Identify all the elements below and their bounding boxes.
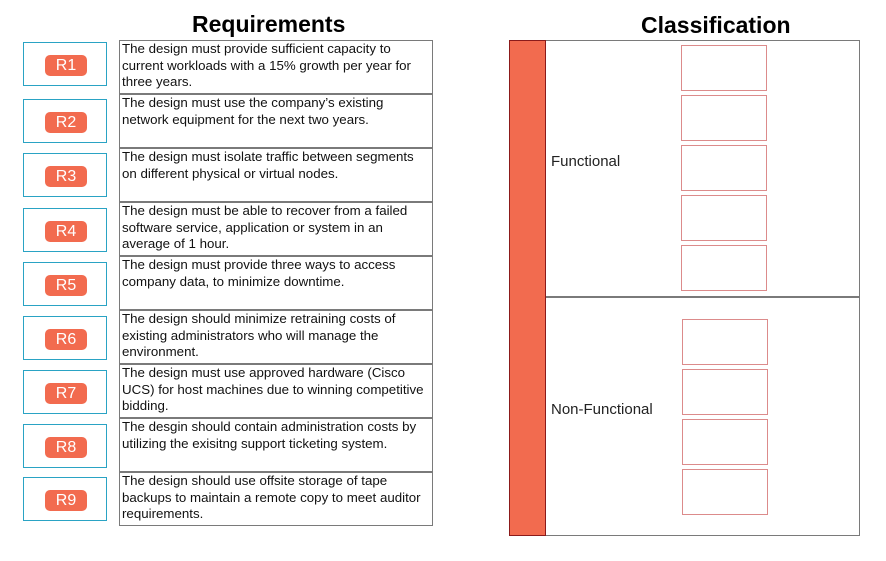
requirement-tile-r7[interactable]: R7 xyxy=(23,370,107,414)
requirement-badge: R9 xyxy=(45,490,87,511)
requirement-badge: R3 xyxy=(45,166,87,187)
classification-title: Classification xyxy=(641,12,791,38)
requirement-text: The design must use the company’s existi… xyxy=(119,94,433,148)
drop-slot-functional-3[interactable] xyxy=(681,145,767,191)
drop-slot-non-functional-2[interactable] xyxy=(682,369,768,415)
requirement-text: The design should minimize retraining co… xyxy=(119,310,433,364)
requirement-text: The design must isolate traffic between … xyxy=(119,148,433,202)
drop-slot-non-functional-1[interactable] xyxy=(682,319,768,365)
requirement-badge: R4 xyxy=(45,221,87,242)
classification-strip xyxy=(509,40,546,536)
category-divider xyxy=(546,296,860,298)
requirement-tile-r6[interactable]: R6 xyxy=(23,316,107,360)
drop-slot-functional-5[interactable] xyxy=(681,245,767,291)
requirement-tile-r2[interactable]: R2 xyxy=(23,99,107,143)
drop-slot-non-functional-4[interactable] xyxy=(682,469,768,515)
requirement-text: The desgin should contain administration… xyxy=(119,418,433,472)
requirement-text: The design must provide three ways to ac… xyxy=(119,256,433,310)
category-label-non-functional: Non-Functional xyxy=(551,401,653,418)
requirement-tile-r8[interactable]: R8 xyxy=(23,424,107,468)
requirement-tile-r5[interactable]: R5 xyxy=(23,262,107,306)
requirement-text: The design must use approved hardware (C… xyxy=(119,364,433,418)
requirement-badge: R1 xyxy=(45,55,87,76)
requirement-badge: R6 xyxy=(45,329,87,350)
requirement-badge: R8 xyxy=(45,437,87,458)
requirement-text: The design must provide sufficient capac… xyxy=(119,40,433,94)
requirement-badge: R2 xyxy=(45,112,87,133)
drop-slot-functional-1[interactable] xyxy=(681,45,767,91)
category-label-functional: Functional xyxy=(551,153,621,170)
drop-slot-functional-4[interactable] xyxy=(681,195,767,241)
requirement-text: The design must be able to recover from … xyxy=(119,202,433,256)
requirement-tile-r1[interactable]: R1 xyxy=(23,42,107,86)
requirement-tile-r4[interactable]: R4 xyxy=(23,208,107,252)
drop-slot-non-functional-3[interactable] xyxy=(682,419,768,465)
requirement-text: The design should use offsite storage of… xyxy=(119,472,433,526)
requirement-badge: R5 xyxy=(45,275,87,296)
requirement-tile-r3[interactable]: R3 xyxy=(23,153,107,197)
drop-slot-functional-2[interactable] xyxy=(681,95,767,141)
requirement-badge: R7 xyxy=(45,383,87,404)
requirement-tile-r9[interactable]: R9 xyxy=(23,477,107,521)
requirements-title: Requirements xyxy=(192,11,346,37)
